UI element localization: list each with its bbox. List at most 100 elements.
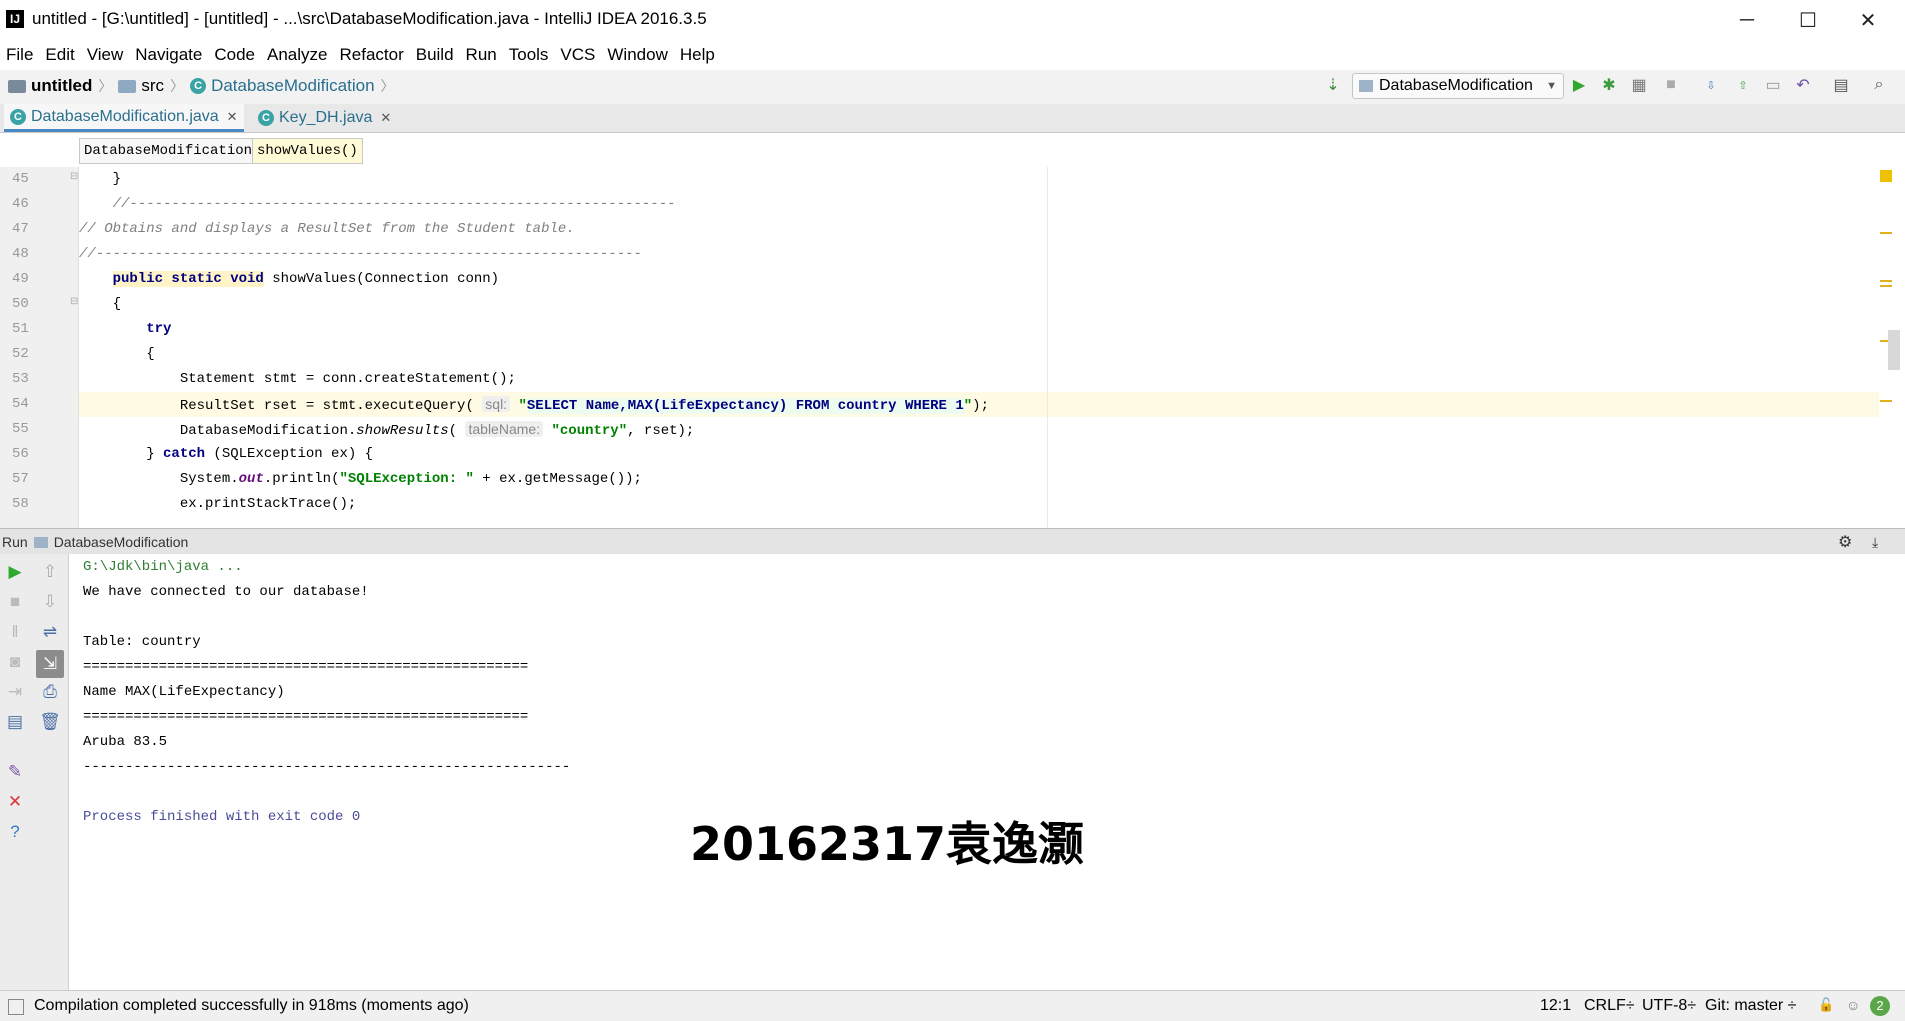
window-title: untitled - [G:\untitled] - [untitled] - … [32,9,707,28]
close-icon[interactable]: ✕ [3,790,27,814]
menu-file[interactable]: File [0,45,39,65]
line-number: 45 [12,171,29,187]
trash-icon[interactable]: 🗑 [38,710,62,734]
intellij-logo-icon: IJ [6,10,24,28]
up-arrow-icon[interactable]: ⇧ [38,560,62,584]
file-encoding[interactable]: UTF-8÷ [1642,997,1696,1015]
line-number: 55 [12,421,29,437]
exit-icon[interactable]: ⇥ [3,680,27,704]
breadcrumb-src[interactable]: src [141,76,164,96]
rerun-icon[interactable]: ▶ [3,560,27,584]
console-line-exit: Process finished with exit code 0 [83,809,361,825]
console-line: Table: country [83,634,201,650]
line-number: 52 [12,346,29,362]
project-structure-icon[interactable]: ▤ [1830,74,1852,96]
line-number: 54 [12,396,29,412]
fold-icon[interactable]: ⊟ [70,296,78,307]
vcs-branch[interactable]: Git: master ÷ [1705,997,1796,1015]
line-gutter: 45 46 47 48 49 50 51 52 53 54 55 56 57 5… [0,167,79,528]
stop-icon[interactable]: ■ [1660,74,1682,96]
run-panel-config[interactable]: DatabaseModification [54,534,189,550]
run-config-select[interactable]: DatabaseModification ▼ [1352,73,1564,99]
help-icon[interactable]: ? [3,820,27,844]
search-icon[interactable]: ⌕ [1868,74,1890,96]
tool-windows-icon[interactable] [8,999,24,1015]
menu-vcs[interactable]: VCS [554,45,601,65]
code-line: public static void showValues(Connection… [112,271,500,287]
code-line: Statement stmt = conn.createStatement(); [79,371,516,387]
code-line: } catch (SQLException ex) { [79,446,374,462]
coverage-icon[interactable]: ▦ [1628,74,1650,96]
minimize-button[interactable]: ─ [1717,0,1777,40]
chevron-right-icon: 〉 [98,78,113,94]
menu-help[interactable]: Help [674,45,721,65]
scroll-to-end-icon[interactable]: ⇲ [36,650,64,678]
menu-tools[interactable]: Tools [503,45,555,65]
run-icon[interactable]: ▶ [1568,74,1590,96]
menu-code[interactable]: Code [208,45,261,65]
menu-build[interactable]: Build [410,45,460,65]
app-icon [1359,80,1373,92]
gear-icon[interactable]: ⚙ [1838,532,1852,552]
layout-icon[interactable]: ▤ [3,710,27,734]
tab-label: Key_DH.java [279,109,373,126]
vcs-commit-icon[interactable]: ⇧ [1732,74,1754,96]
debug-icon[interactable]: ✱ [1598,74,1620,96]
error-stripe-mark[interactable] [1880,232,1892,234]
editor-tabs: C DatabaseModification.java ✕ C Key_DH.j… [0,104,1905,133]
menu-run[interactable]: Run [460,45,503,65]
close-button[interactable]: ✕ [1838,0,1898,40]
pause-icon[interactable]: ‖ [3,620,27,644]
menu-view[interactable]: View [81,45,130,65]
console-output[interactable]: G:\Jdk\bin\java ... We have connected to… [69,554,1905,990]
menu-analyze[interactable]: Analyze [261,45,333,65]
menu-edit[interactable]: Edit [39,45,80,65]
tab-databasemodification[interactable]: C DatabaseModification.java ✕ [4,104,244,132]
console-line: Name MAX(LifeExpectancy) [83,684,285,700]
error-stripe-mark[interactable] [1880,285,1892,287]
breadcrumb-project[interactable]: untitled [31,76,92,96]
close-tab-icon[interactable]: ✕ [227,109,238,125]
run-panel-header: Run DatabaseModification ⚙ ⤓ [0,528,1905,556]
lock-icon[interactable]: 🔓 [1818,997,1834,1013]
dump-threads-icon[interactable]: ◙ [3,650,27,674]
code-line: DatabaseModification.showResults( tableN… [79,421,695,439]
breadcrumb-class[interactable]: DatabaseModification [211,76,374,96]
soft-wrap-icon[interactable]: ⇌ [38,620,62,644]
error-stripe-mark[interactable] [1880,280,1892,282]
inspector-icon[interactable]: ☺ [1846,997,1860,1013]
line-separator[interactable]: CRLF÷ [1584,997,1635,1015]
right-margin-guide [1047,167,1048,528]
warning-indicator-icon[interactable] [1880,170,1892,182]
close-tab-icon[interactable]: ✕ [380,110,391,126]
revert-icon[interactable]: ↶ [1792,74,1814,96]
fold-icon[interactable]: ⊟ [70,171,78,182]
editor-scrollbar[interactable] [1888,330,1900,370]
code-editor[interactable]: } //------------------------------------… [79,167,1905,528]
project-folder-icon [8,79,26,93]
console-line: G:\Jdk\bin\java ... [83,559,243,575]
print-icon[interactable]: ⎙ [38,680,62,704]
code-line: { [79,296,122,312]
menu-refactor[interactable]: Refactor [333,45,409,65]
maximize-button[interactable]: ☐ [1778,0,1838,40]
menu-navigate[interactable]: Navigate [129,45,208,65]
run-config-label: DatabaseModification [1379,77,1533,94]
class-icon: C [10,108,26,125]
console-line: ========================================… [83,659,529,675]
sort-down-icon[interactable]: ⇣ [1322,74,1344,96]
pin-icon[interactable]: ✎ [3,760,27,784]
menu-window[interactable]: Window [601,45,673,65]
editor-breadcrumb-class[interactable]: DatabaseModification [79,138,258,164]
stop-icon[interactable]: ■ [3,590,27,614]
down-arrow-icon[interactable]: ⇩ [38,590,62,614]
vcs-update-icon[interactable]: ⇩ [1700,74,1722,96]
code-line: { [79,346,155,362]
caret-position[interactable]: 12:1 [1540,997,1571,1015]
editor-breadcrumb-method[interactable]: showValues() [252,138,363,164]
error-stripe-mark[interactable] [1880,400,1892,402]
tab-key-dh[interactable]: C Key_DH.java ✕ [252,104,404,132]
notification-badge[interactable]: 2 [1870,996,1890,1016]
hide-panel-icon[interactable]: ⤓ [1872,534,1878,551]
vcs-history-icon[interactable]: ▭ [1762,74,1784,96]
